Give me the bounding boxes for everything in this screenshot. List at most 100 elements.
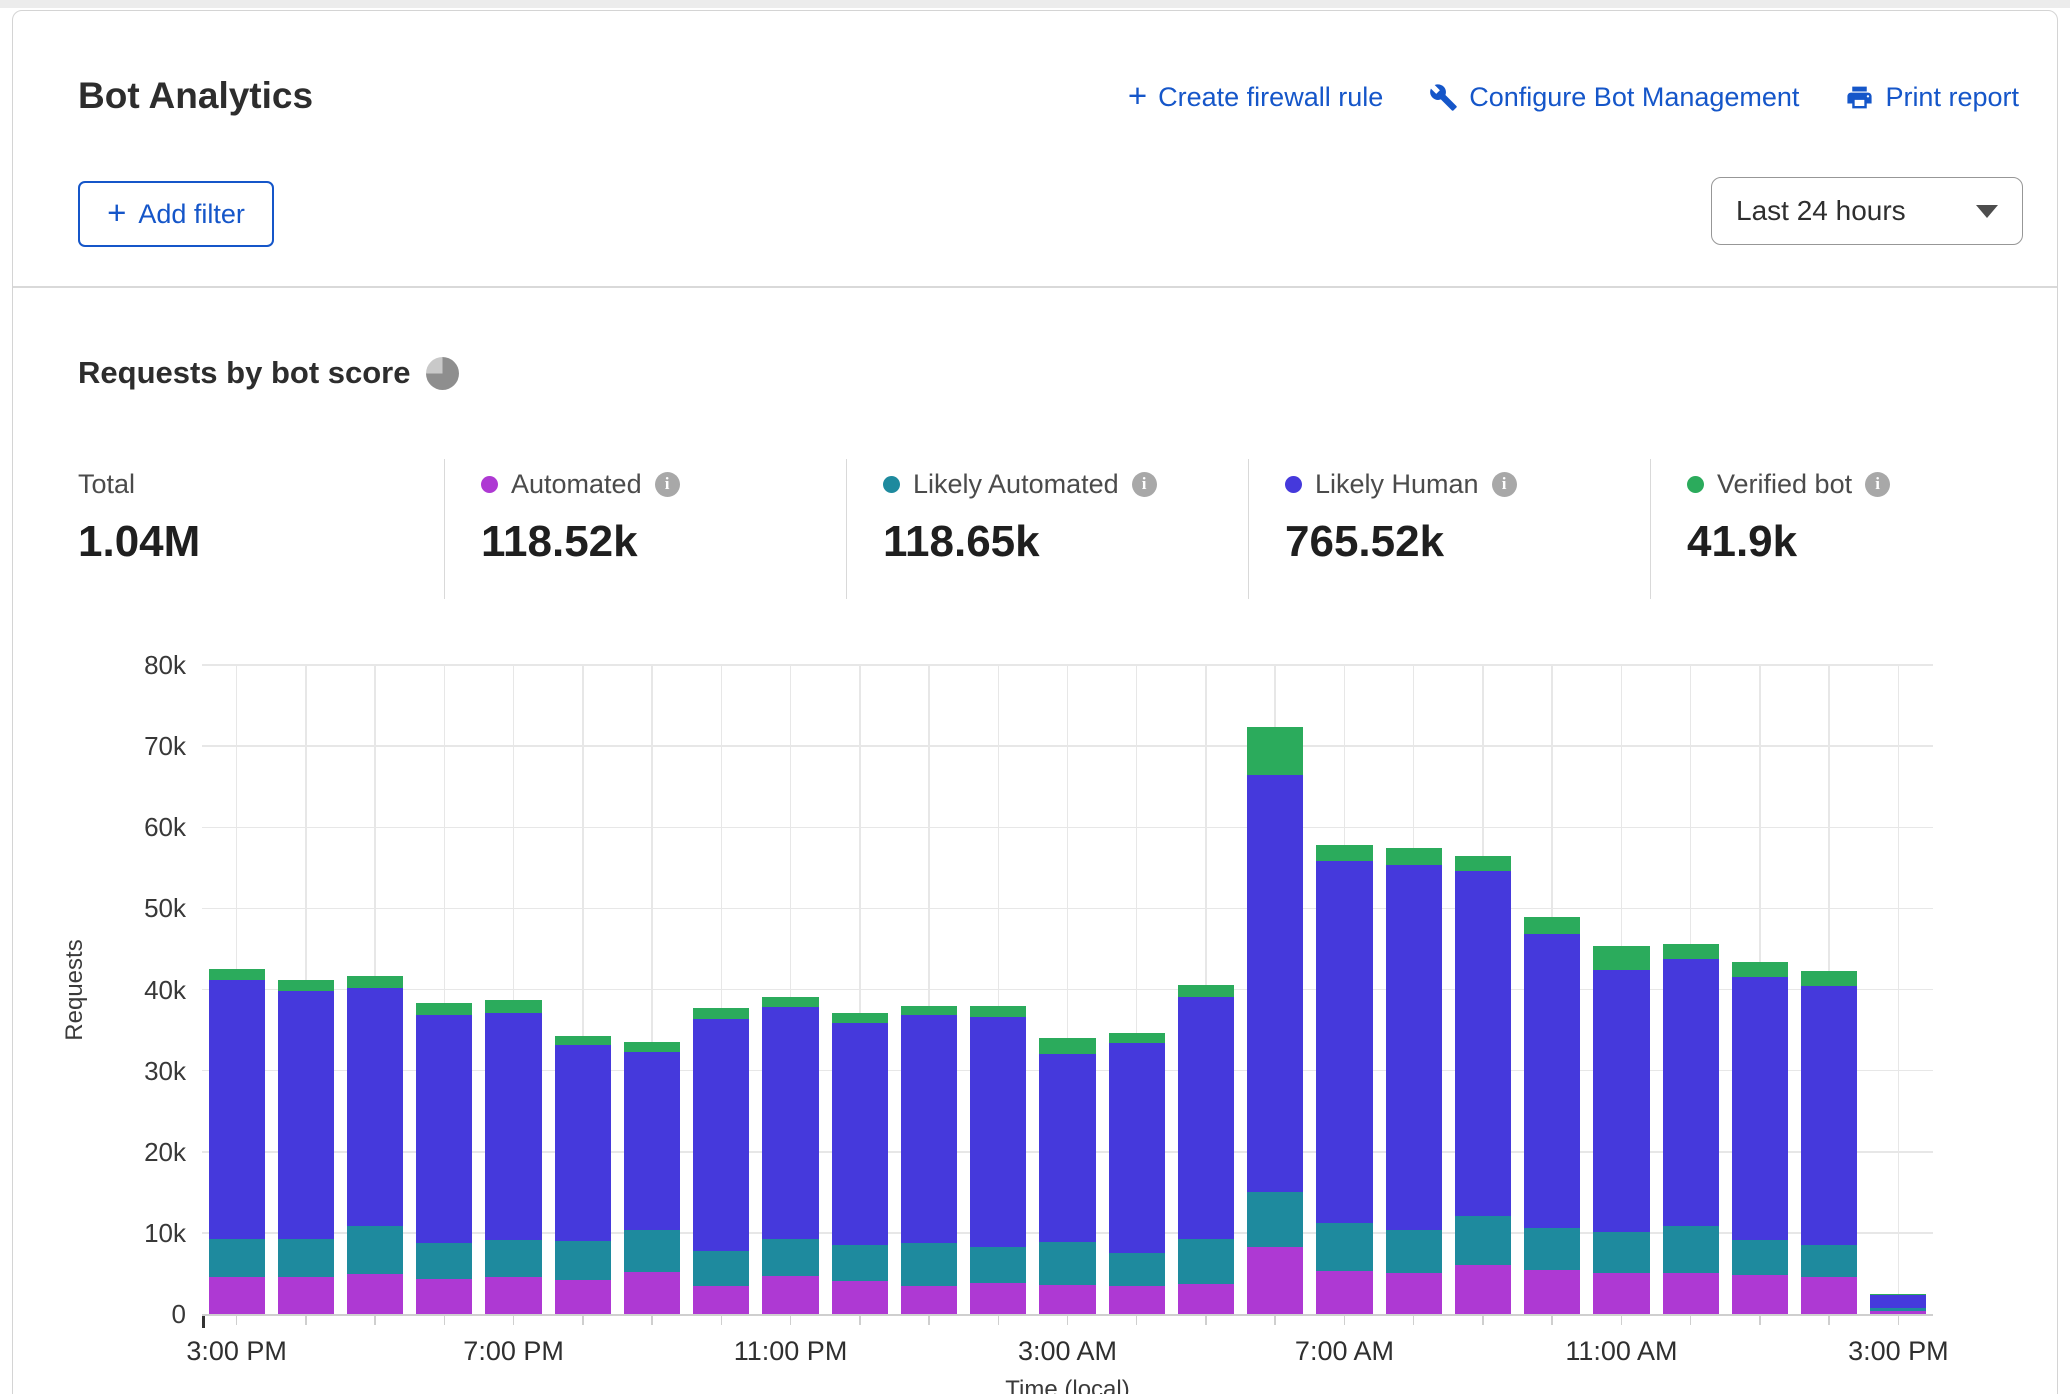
bar-3-00-pm[interactable] bbox=[209, 969, 265, 1314]
y-tick-label: 30k bbox=[86, 1056, 186, 1087]
bar-6-00-am[interactable] bbox=[1247, 727, 1303, 1314]
bar-segment-automated bbox=[970, 1283, 1026, 1314]
bar-segment-automated bbox=[485, 1277, 541, 1314]
bar-segment-automated bbox=[1247, 1247, 1303, 1314]
bar-segment-verified-bot bbox=[1316, 845, 1372, 860]
x-tick bbox=[1274, 1316, 1276, 1325]
bar-segment-likely-human bbox=[762, 1007, 818, 1239]
bar-4-00-pm[interactable] bbox=[278, 980, 334, 1314]
x-tick bbox=[444, 1316, 446, 1325]
bar-segment-likely-human bbox=[624, 1052, 680, 1230]
bar-segment-verified-bot bbox=[1109, 1033, 1165, 1044]
x-tick bbox=[305, 1316, 307, 1325]
bar-segment-verified-bot bbox=[901, 1006, 957, 1016]
y-axis-origin-tick bbox=[202, 1316, 205, 1328]
bar-segment-verified-bot bbox=[1524, 917, 1580, 934]
bar-segment-likely-human bbox=[485, 1013, 541, 1240]
x-tick bbox=[1621, 1316, 1623, 1325]
x-tick bbox=[374, 1316, 376, 1325]
bar-segment-verified-bot bbox=[347, 976, 403, 988]
x-tick-label: 3:00 PM bbox=[1848, 1336, 1949, 1367]
bar-segment-likely-automated bbox=[1247, 1192, 1303, 1248]
bar-segment-likely-human bbox=[1039, 1054, 1095, 1242]
x-tick-label: 3:00 PM bbox=[186, 1336, 287, 1367]
gridline-v bbox=[1898, 665, 1900, 1314]
bar-segment-verified-bot bbox=[1732, 962, 1788, 977]
bar-5-00-pm[interactable] bbox=[347, 976, 403, 1314]
bar-10-00-pm[interactable] bbox=[693, 1008, 749, 1314]
bar-segment-likely-automated bbox=[1593, 1232, 1649, 1273]
bar-segment-verified-bot bbox=[416, 1003, 472, 1016]
bar-segment-likely-automated bbox=[1178, 1239, 1234, 1284]
bar-segment-verified-bot bbox=[1801, 971, 1857, 986]
x-axis-line bbox=[202, 1314, 1933, 1316]
x-tick bbox=[1759, 1316, 1761, 1325]
bar-segment-verified-bot bbox=[485, 1000, 541, 1013]
bar-segment-automated bbox=[762, 1276, 818, 1314]
bar-8-00-am[interactable] bbox=[1386, 848, 1442, 1314]
bar-segment-automated bbox=[1593, 1273, 1649, 1314]
bar-segment-likely-automated bbox=[1386, 1230, 1442, 1273]
bar-segment-likely-automated bbox=[209, 1239, 265, 1276]
bar-segment-likely-automated bbox=[485, 1240, 541, 1277]
bar-3-00-pm[interactable] bbox=[1870, 1294, 1926, 1314]
bar-segment-likely-automated bbox=[624, 1230, 680, 1272]
bar-segment-verified-bot bbox=[555, 1036, 611, 1046]
bar-segment-likely-automated bbox=[1039, 1242, 1095, 1285]
bar-9-00-am[interactable] bbox=[1455, 856, 1511, 1314]
bar-2-00-am[interactable] bbox=[970, 1006, 1026, 1314]
bar-segment-likely-human bbox=[555, 1045, 611, 1241]
bar-segment-likely-automated bbox=[416, 1243, 472, 1280]
y-tick-label: 40k bbox=[86, 975, 186, 1006]
bar-12-00-am[interactable] bbox=[832, 1013, 888, 1314]
bar-9-00-pm[interactable] bbox=[624, 1042, 680, 1314]
bar-7-00-am[interactable] bbox=[1316, 845, 1372, 1314]
bar-segment-likely-human bbox=[901, 1015, 957, 1242]
bar-segment-automated bbox=[278, 1277, 334, 1314]
bar-segment-likely-automated bbox=[832, 1245, 888, 1281]
bar-segment-likely-human bbox=[1593, 970, 1649, 1232]
x-tick bbox=[651, 1316, 653, 1325]
bar-segment-verified-bot bbox=[970, 1006, 1026, 1017]
bar-2-00-pm[interactable] bbox=[1801, 971, 1857, 1314]
bar-10-00-am[interactable] bbox=[1524, 917, 1580, 1314]
x-tick bbox=[998, 1316, 1000, 1325]
x-tick bbox=[1136, 1316, 1138, 1325]
bar-7-00-pm[interactable] bbox=[485, 1000, 541, 1314]
bar-1-00-pm[interactable] bbox=[1732, 962, 1788, 1314]
bar-11-00-am[interactable] bbox=[1593, 946, 1649, 1314]
bar-3-00-am[interactable] bbox=[1039, 1038, 1095, 1314]
bar-8-00-pm[interactable] bbox=[555, 1036, 611, 1314]
bar-1-00-am[interactable] bbox=[901, 1006, 957, 1314]
bar-segment-likely-human bbox=[1386, 865, 1442, 1230]
bar-12-00-pm[interactable] bbox=[1663, 944, 1719, 1314]
bar-segment-verified-bot bbox=[1663, 944, 1719, 959]
bar-segment-likely-human bbox=[1109, 1043, 1165, 1253]
bar-6-00-pm[interactable] bbox=[416, 1002, 472, 1314]
y-tick-label: 0 bbox=[86, 1299, 186, 1330]
y-tick-label: 60k bbox=[86, 812, 186, 843]
bar-segment-likely-automated bbox=[901, 1243, 957, 1286]
bar-segment-verified-bot bbox=[832, 1013, 888, 1023]
x-tick-label: 7:00 AM bbox=[1295, 1336, 1394, 1367]
bar-11-00-pm[interactable] bbox=[762, 997, 818, 1314]
bar-5-00-am[interactable] bbox=[1178, 985, 1234, 1314]
y-tick-label: 70k bbox=[86, 731, 186, 762]
x-axis-title: Time (local) bbox=[1005, 1376, 1129, 1394]
bar-segment-likely-automated bbox=[1455, 1216, 1511, 1265]
bar-segment-likely-automated bbox=[1801, 1245, 1857, 1277]
y-tick-label: 10k bbox=[86, 1218, 186, 1249]
bar-segment-automated bbox=[1524, 1270, 1580, 1314]
x-tick-label: 7:00 PM bbox=[463, 1336, 564, 1367]
x-tick bbox=[1413, 1316, 1415, 1325]
bar-segment-automated bbox=[1801, 1277, 1857, 1314]
bar-segment-automated bbox=[1386, 1273, 1442, 1314]
bar-segment-automated bbox=[1316, 1271, 1372, 1314]
bar-segment-automated bbox=[1663, 1273, 1719, 1314]
y-tick-label: 50k bbox=[86, 893, 186, 924]
x-tick bbox=[513, 1316, 515, 1325]
bar-segment-likely-automated bbox=[1732, 1240, 1788, 1275]
bar-segment-automated bbox=[347, 1274, 403, 1314]
bar-segment-automated bbox=[209, 1277, 265, 1314]
bar-4-00-am[interactable] bbox=[1109, 1032, 1165, 1314]
